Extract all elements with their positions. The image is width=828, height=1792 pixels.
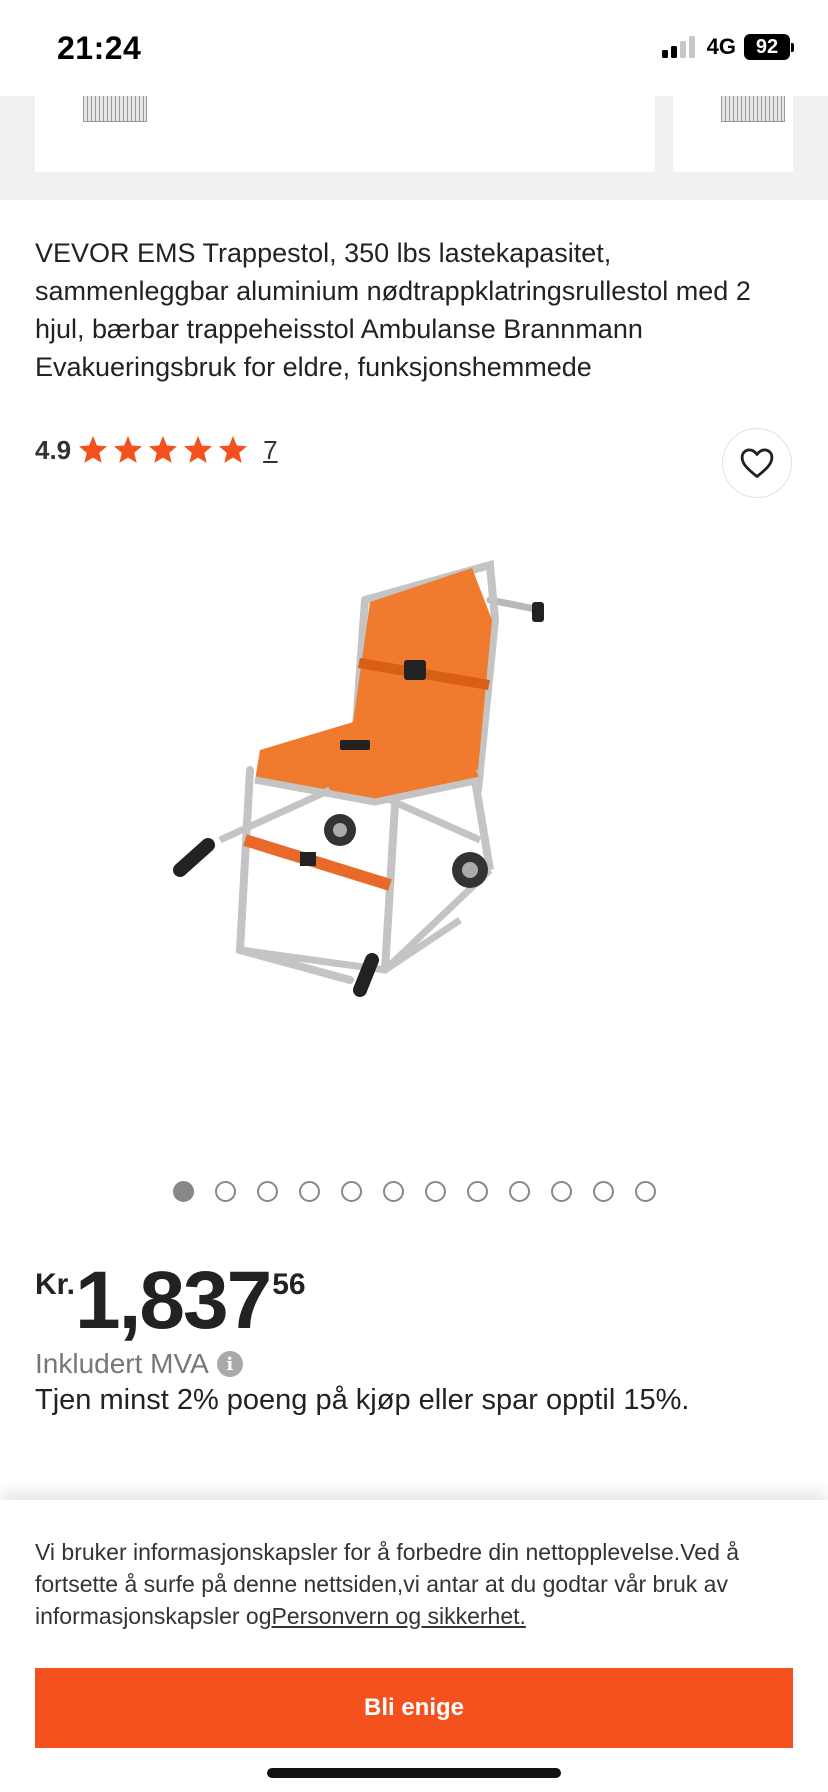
- radiator-thumbnail: [83, 96, 147, 122]
- vat-row: Inkludert MVA i: [35, 1348, 243, 1380]
- cookie-text: Vi bruker informasjonskapsler for å forb…: [35, 1536, 795, 1632]
- image-carousel-dots: [173, 1181, 656, 1202]
- carousel-dot[interactable]: [257, 1181, 278, 1202]
- status-indicators: 4G 92: [661, 34, 794, 60]
- product-title: VEVOR EMS Trappestol, 350 lbs lastekapas…: [35, 238, 751, 382]
- home-indicator: [267, 1768, 561, 1778]
- rating-value: 4.9: [35, 434, 72, 465]
- network-label: 4G: [706, 34, 736, 59]
- rating-row[interactable]: 4.9 7: [35, 432, 278, 468]
- price-cents: 56: [272, 1268, 306, 1301]
- wishlist-button[interactable]: [722, 428, 792, 498]
- price: Kr. 1,837 56: [35, 1260, 306, 1342]
- price-main: 1,837: [75, 1255, 272, 1346]
- points-text: Tjen minst 2% poeng på kjøp eller spar o…: [35, 1384, 690, 1416]
- battery-icon: 92: [744, 34, 794, 60]
- carousel-dot[interactable]: [593, 1181, 614, 1202]
- carousel-dot[interactable]: [215, 1181, 236, 1202]
- price-currency: Kr.: [35, 1268, 76, 1301]
- carousel-dot[interactable]: [173, 1181, 194, 1202]
- cookie-banner: Vi bruker informasjonskapsler for å forb…: [0, 1500, 828, 1792]
- carousel-dot[interactable]: [635, 1181, 656, 1202]
- battery-level: 92: [744, 34, 790, 60]
- info-icon[interactable]: i: [216, 1351, 243, 1377]
- signal-icon: [661, 36, 695, 58]
- radiator-thumbnail: [721, 96, 785, 122]
- carousel-dot[interactable]: [509, 1181, 530, 1202]
- star-icon: [184, 436, 213, 463]
- related-product-card[interactable]: [673, 96, 793, 172]
- carousel-dot[interactable]: [467, 1181, 488, 1202]
- product-image[interactable]: [160, 540, 660, 1120]
- star-rating: [77, 434, 249, 466]
- carousel-dot[interactable]: [341, 1181, 362, 1202]
- related-products-strip: [0, 96, 828, 200]
- carousel-dot[interactable]: [383, 1181, 404, 1202]
- star-icon: [219, 436, 248, 463]
- star-icon: [149, 436, 178, 463]
- agree-button[interactable]: Bli enige: [35, 1668, 793, 1748]
- status-time: 21:24: [57, 30, 142, 66]
- carousel-dot[interactable]: [551, 1181, 572, 1202]
- carousel-dot[interactable]: [299, 1181, 320, 1202]
- vat-label: Inkludert MVA: [35, 1348, 209, 1379]
- star-icon: [114, 436, 143, 463]
- star-icon: [79, 436, 108, 463]
- review-count-link[interactable]: 7: [263, 435, 277, 466]
- status-bar: 21:24 4G 92: [0, 0, 828, 96]
- related-product-card[interactable]: [35, 96, 655, 172]
- heart-icon: [740, 448, 774, 478]
- carousel-dot[interactable]: [425, 1181, 446, 1202]
- privacy-link[interactable]: Personvern og sikkerhet.: [272, 1603, 526, 1629]
